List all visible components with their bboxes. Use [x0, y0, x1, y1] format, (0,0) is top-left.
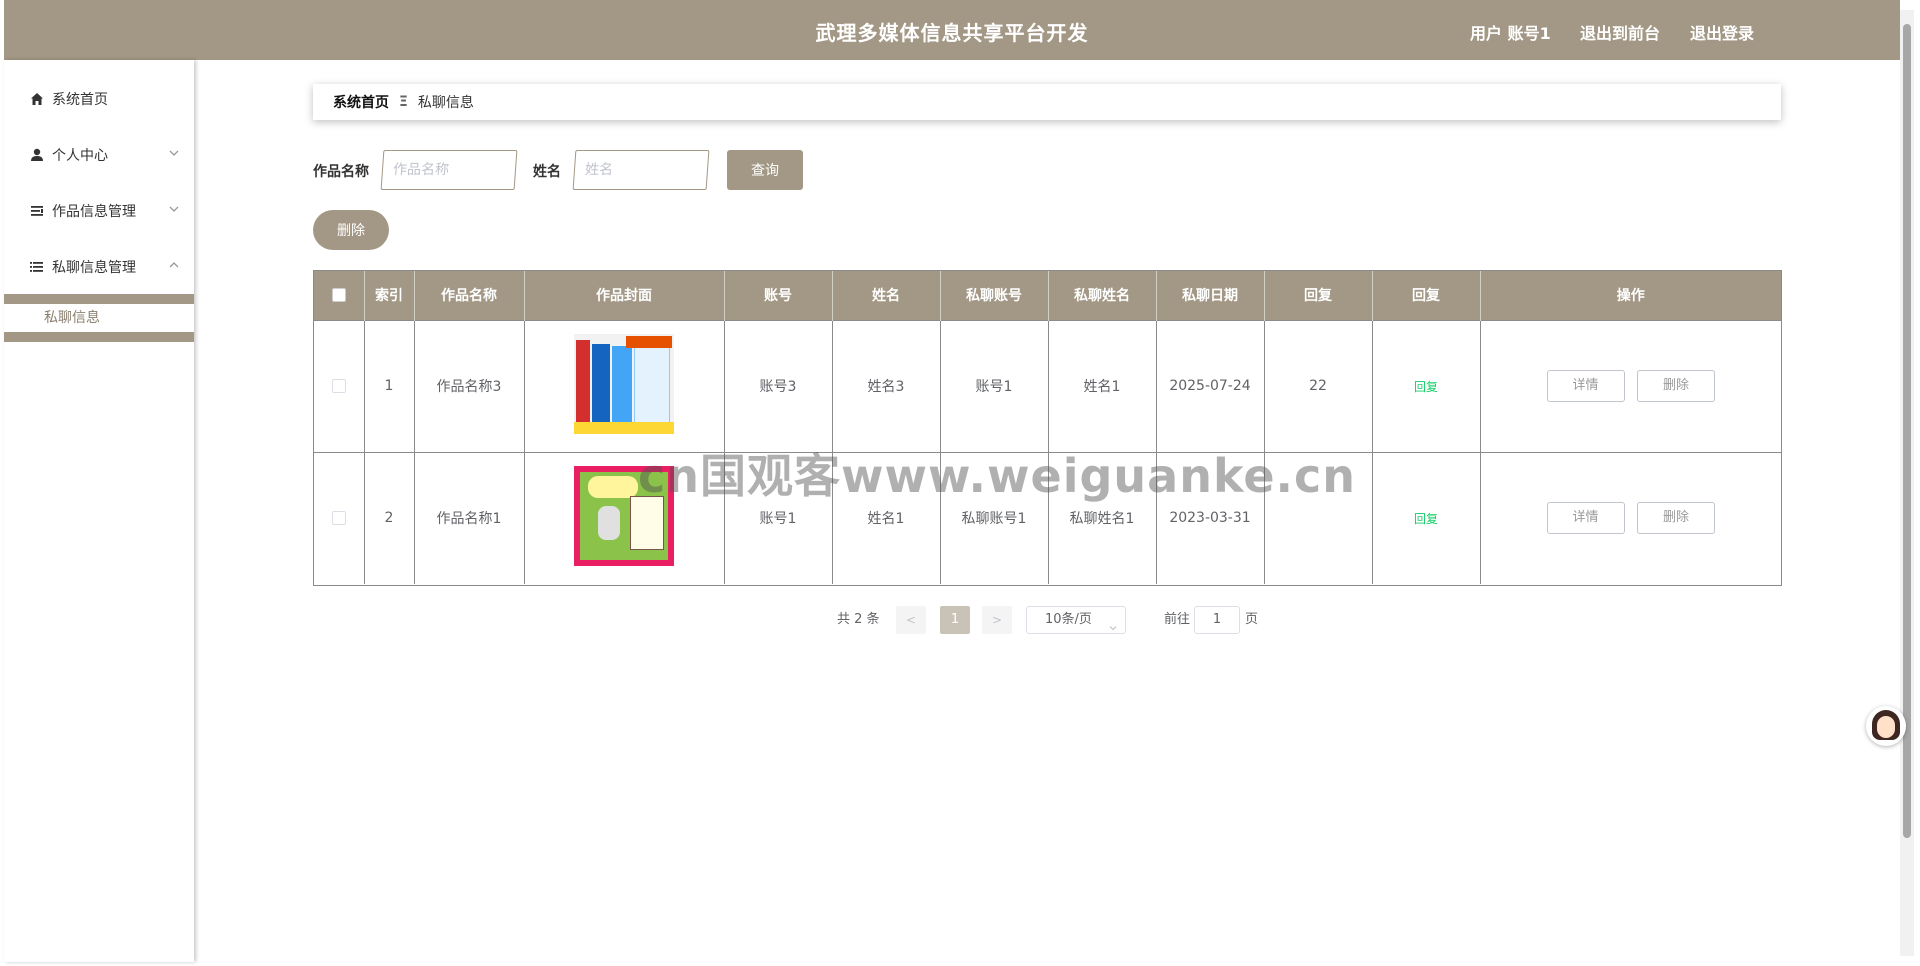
work-name-input[interactable]	[380, 150, 518, 190]
work-name-cell: 作品名称3	[414, 319, 525, 452]
row-checkbox[interactable]	[331, 511, 346, 526]
watermark: cn国观客www.weiguanke.cn	[638, 449, 1357, 503]
index-cell: 1	[364, 319, 415, 452]
column-header: 私聊姓名	[1048, 271, 1157, 320]
pagination-total: 共 2 条	[837, 612, 880, 627]
goto-label: 前往	[1164, 612, 1191, 627]
chat-account-cell: 账号1	[940, 319, 1049, 452]
sidebar-item-work-management[interactable]: 作品信息管理	[4, 191, 194, 231]
home-icon	[30, 92, 44, 106]
breadcrumb: 系统首页 Ξ 私聊信息	[313, 84, 1781, 120]
sidebar-item-label: 私聊信息管理	[52, 260, 136, 276]
column-header: 私聊账号	[940, 271, 1049, 320]
operations-cell: 详情 删除	[1480, 451, 1781, 584]
operations-cell: 详情 删除	[1480, 319, 1781, 452]
column-header: 操作	[1480, 271, 1781, 320]
breadcrumb-home[interactable]: 系统首页	[333, 92, 389, 112]
column-header: 账号	[724, 271, 833, 320]
chat-name-cell: 姓名1	[1048, 319, 1157, 452]
sidebar-item-label: 系统首页	[52, 92, 108, 108]
reply-link[interactable]: 回复	[1414, 380, 1438, 394]
page-size-select[interactable]: 10条/页	[1026, 606, 1126, 634]
delete-button[interactable]: 删除	[1636, 502, 1715, 535]
goto-page-input[interactable]: 1	[1194, 606, 1240, 634]
page-scrollbar-thumb[interactable]	[1903, 24, 1911, 838]
row-select-cell	[314, 319, 365, 452]
next-page-button[interactable]: >	[982, 606, 1012, 634]
exit-to-frontend-link[interactable]: 退出到前台	[1580, 20, 1660, 44]
reply-action-cell: 回复	[1372, 451, 1481, 584]
sidebar-item-chat-management[interactable]: 私聊信息管理	[4, 247, 194, 287]
detail-button[interactable]: 详情	[1546, 502, 1625, 535]
column-header: 作品封面	[524, 271, 725, 320]
page-number-current[interactable]: 1	[940, 606, 970, 634]
chevron-down-icon	[168, 203, 180, 215]
column-header: 私聊日期	[1156, 271, 1265, 320]
top-bar: 武理多媒体信息共享平台开发 用户 账号1 退出到前台 退出登录	[4, 0, 1900, 60]
book-set-cover-image	[574, 334, 674, 434]
work-name-cell: 作品名称1	[414, 451, 525, 584]
chat-submenu: 私聊信息	[4, 294, 194, 342]
data-table: 索引 作品名称 作品封面 账号 姓名 私聊账号 私聊姓名 私聊日期 回复 回复 …	[313, 270, 1782, 586]
name-cell: 姓名3	[832, 319, 941, 452]
sidebar-item-home[interactable]: 系统首页	[4, 79, 194, 119]
sidebar-item-label: 个人中心	[52, 148, 108, 164]
table-row: 1 作品名称3 账号3 姓名3 账号1 姓名1 2025-07-24 22 回复…	[314, 319, 1781, 452]
name-label: 姓名	[533, 164, 561, 180]
cover-cell	[524, 319, 725, 452]
select-all-cell	[314, 271, 365, 320]
sidebar-item-personal-center[interactable]: 个人中心	[4, 135, 194, 175]
column-header: 回复	[1372, 271, 1481, 320]
index-cell: 2	[364, 451, 415, 584]
sidebar-item-label: 作品信息管理	[52, 204, 136, 220]
chevron-down-icon	[168, 147, 180, 159]
logout-link[interactable]: 退出登录	[1690, 20, 1754, 44]
detail-button[interactable]: 详情	[1546, 370, 1625, 402]
row-select-cell	[314, 451, 365, 584]
sidebar: 系统首页 个人中心 作品信息管理 私聊信息管理 私聊信息	[4, 60, 194, 962]
delete-button[interactable]: 删除	[1636, 370, 1715, 402]
row-checkbox[interactable]	[331, 379, 346, 393]
list-icon	[30, 204, 44, 218]
table-header-row: 索引 作品名称 作品封面 账号 姓名 私聊账号 私聊姓名 私聊日期 回复 回复 …	[314, 271, 1781, 320]
assistant-avatar[interactable]	[1866, 706, 1906, 746]
query-button[interactable]: 查询	[727, 150, 803, 190]
page-suffix-label: 页	[1245, 612, 1259, 627]
breadcrumb-separator: Ξ	[399, 94, 408, 110]
sidebar-subitem-chat-info[interactable]: 私聊信息	[4, 304, 194, 332]
chevron-down-icon	[1109, 616, 1117, 631]
list-icon	[30, 260, 44, 274]
select-all-checkbox[interactable]	[331, 288, 346, 303]
work-name-label: 作品名称	[313, 164, 369, 180]
column-header: 姓名	[832, 271, 941, 320]
column-header: 索引	[364, 271, 415, 320]
chevron-up-icon	[168, 259, 180, 271]
reply-action-cell: 回复	[1372, 319, 1481, 452]
column-header: 回复	[1264, 271, 1373, 320]
user-label[interactable]: 用户 账号1	[1470, 20, 1551, 44]
prev-page-button[interactable]: <	[896, 606, 926, 634]
page-size-value: 10条/页	[1045, 612, 1092, 627]
column-header: 作品名称	[414, 271, 525, 320]
chat-date-cell: 2025-07-24	[1156, 319, 1265, 452]
user-icon	[30, 148, 44, 162]
reply-content-cell: 22	[1264, 319, 1373, 452]
reply-link[interactable]: 回复	[1414, 512, 1438, 526]
batch-delete-button[interactable]: 删除	[313, 210, 389, 250]
name-input[interactable]	[572, 150, 710, 190]
breadcrumb-current: 私聊信息	[417, 95, 474, 111]
account-cell: 账号3	[724, 319, 833, 452]
